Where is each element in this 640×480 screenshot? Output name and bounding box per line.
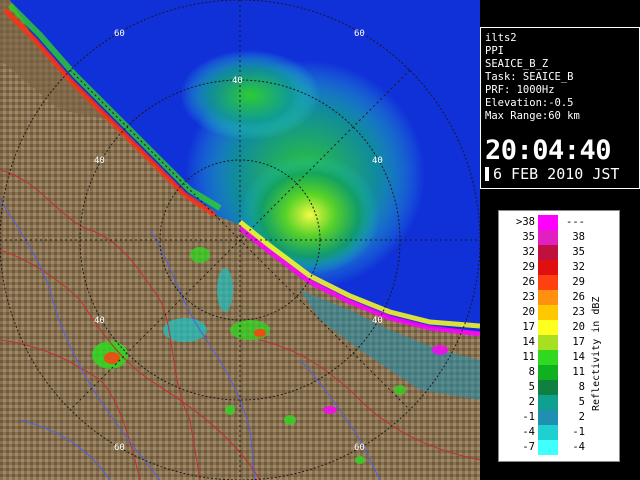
legend-low-value: 23	[522, 291, 535, 303]
legend-high-value: -4	[572, 441, 585, 453]
legend-high-value: 11	[572, 366, 585, 378]
date-marker	[485, 167, 489, 181]
legend-color-swatch	[538, 215, 558, 230]
legend-high-value: 35	[572, 246, 585, 258]
product-name: SEAICE_B_Z	[485, 58, 549, 70]
legend-color-swatch	[538, 440, 558, 455]
legend-color-swatch	[538, 290, 558, 305]
legend-high-value: 8	[578, 381, 585, 393]
elevation-value: Elevation:-0.5	[485, 97, 574, 109]
ring-label: 40	[232, 76, 243, 86]
legend-low-value: -1	[522, 411, 535, 423]
legend-high-value: -1	[572, 426, 585, 438]
legend-color-swatch	[538, 275, 558, 290]
ring-label: 40	[94, 156, 105, 166]
legend-low-value: 5	[528, 381, 535, 393]
legend-high-value: 14	[572, 351, 585, 363]
scan-info-panel: ilts2 PPI SEAICE_B_Z Task: SEAICE_B PRF:…	[480, 27, 640, 189]
legend-color-swatch	[538, 245, 558, 260]
legend-row: 26 29	[513, 275, 601, 290]
legend-low-value: 32	[522, 246, 535, 258]
legend-low-value: -4	[522, 426, 535, 438]
legend-low-value: 2	[528, 396, 535, 408]
legend-low-value: 35	[522, 231, 535, 243]
legend-row: 58	[513, 380, 601, 395]
color-scale-legend: >38 --- 35 38 32 35 29 32 26 29 23 26 20 23 17 20 14 17 11…	[498, 210, 620, 462]
legend-high-value: 5	[578, 396, 585, 408]
legend-low-value: 8	[528, 366, 535, 378]
max-range-value: Max Range:60 km	[485, 110, 580, 122]
legend-low-value: 20	[522, 306, 535, 318]
ring-label: 40	[94, 316, 105, 326]
scan-time: 20:04:40	[485, 135, 612, 166]
legend-row: >38 ---	[513, 215, 601, 230]
legend-row: 23 26	[513, 290, 601, 305]
task-name: Task: SEAICE_B	[485, 71, 574, 83]
legend-row: -1 2	[513, 410, 601, 425]
radar-image: 60 60 40 40 40 40 40 60 60	[0, 0, 480, 480]
legend-row: 11 14	[513, 350, 601, 365]
legend-low-value: 14	[522, 336, 535, 348]
legend-rows: >38 --- 35 38 32 35 29 32 26 29 23 26 20 23 17 20 14 17 11…	[513, 215, 601, 455]
legend-color-swatch	[538, 305, 558, 320]
legend-row: 25	[513, 395, 601, 410]
scan-type: PPI	[485, 45, 504, 57]
ring-label: 60	[354, 443, 365, 453]
legend-high-value: 26	[572, 291, 585, 303]
ring-label: 60	[354, 29, 365, 39]
legend-low-value: 29	[522, 261, 535, 273]
legend-high-value: 38	[572, 231, 585, 243]
radar-ppi-display: 60 60 40 40 40 40 40 60 60	[0, 0, 480, 480]
legend-row: 32 35	[513, 245, 601, 260]
legend-high-value: 2	[578, 411, 585, 423]
legend-high-value: ---	[566, 216, 585, 228]
legend-row: -7 -4	[513, 440, 601, 455]
ring-label: 40	[372, 156, 383, 166]
legend-color-swatch	[538, 230, 558, 245]
legend-high-value: 17	[572, 336, 585, 348]
legend-high-value: 32	[572, 261, 585, 273]
legend-color-swatch	[538, 365, 558, 380]
legend-color-swatch	[538, 260, 558, 275]
ring-label: 60	[114, 443, 125, 453]
legend-low-value: -7	[522, 441, 535, 453]
legend-unit-label: Reflectivity in dBZ	[591, 296, 602, 411]
legend-row: 17 20	[513, 320, 601, 335]
legend-row: 35 38	[513, 230, 601, 245]
legend-high-value: 20	[572, 321, 585, 333]
legend-row: 29 32	[513, 260, 601, 275]
ring-label: 40	[372, 316, 383, 326]
legend-row: -4 -1	[513, 425, 601, 440]
site-name: ilts2	[485, 32, 517, 44]
legend-low-value: >38	[516, 216, 535, 228]
legend-color-swatch	[538, 350, 558, 365]
legend-low-value: 26	[522, 276, 535, 288]
legend-color-swatch	[538, 380, 558, 395]
legend-color-swatch	[538, 320, 558, 335]
legend-high-value: 29	[572, 276, 585, 288]
prf-value: PRF: 1000Hz	[485, 84, 555, 96]
legend-unit-label-box: Reflectivity in dBZ	[591, 271, 605, 411]
legend-row: 8 11	[513, 365, 601, 380]
legend-row: 14 17	[513, 335, 601, 350]
legend-color-swatch	[538, 425, 558, 440]
legend-color-swatch	[538, 410, 558, 425]
legend-color-swatch	[538, 335, 558, 350]
echo-field-north	[180, 50, 320, 140]
legend-row: 20 23	[513, 305, 601, 320]
legend-high-value: 23	[572, 306, 585, 318]
legend-color-swatch	[538, 395, 558, 410]
legend-low-value: 11	[522, 351, 535, 363]
legend-low-value: 17	[522, 321, 535, 333]
ring-label: 60	[114, 29, 125, 39]
scan-date: 6 FEB 2010 JST	[493, 165, 620, 183]
